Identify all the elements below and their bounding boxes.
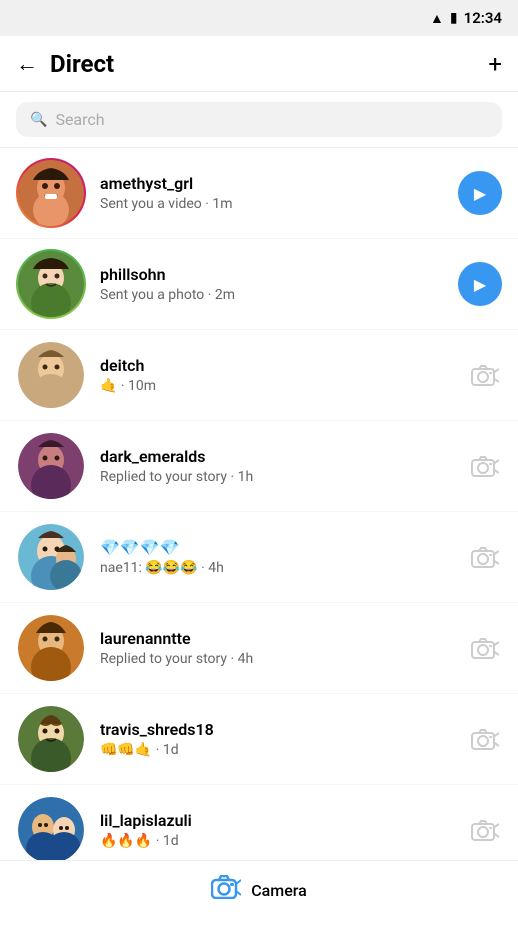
message-username: amethyst_grl [100,174,448,193]
camera-icon[interactable] [468,813,502,847]
camera-bottom-icon [211,875,241,906]
list-item[interactable]: dark_emeralds Replied to your story · 1h [0,421,518,512]
battery-icon: ▮ [450,10,458,26]
message-preview: nae11: 😂😂😂 · 4h [100,560,458,576]
avatar [16,431,86,501]
message-preview: Replied to your story · 1h [100,469,458,485]
message-username: phillsohn [100,265,448,284]
message-content: laurenanntte Replied to your story · 4h [100,629,458,667]
message-username: dark_emeralds [100,447,458,466]
avatar-circle [18,160,84,226]
avatar-circle [18,797,84,863]
avatar [16,522,86,592]
message-content: lil_lapislazuli 🔥🔥🔥 · 1d [100,811,458,849]
message-username: lil_lapislazuli [100,811,458,830]
avatar [16,704,86,774]
message-content: dark_emeralds Replied to your story · 1h [100,447,458,485]
message-preview: Sent you a photo · 2m [100,287,448,303]
status-bar: ▲ ▮ 12:34 [0,0,518,36]
avatar-circle [18,342,84,408]
list-item[interactable]: amethyst_grl Sent you a video · 1m ▶ [0,148,518,239]
message-preview: 🤙 · 10m [100,378,458,394]
camera-button[interactable] [468,358,502,392]
list-item[interactable]: travis_shreds18 👊👊🤙 · 1d [0,694,518,785]
avatar [16,340,86,410]
message-username: laurenanntte [100,629,458,648]
list-item[interactable]: phillsohn Sent you a photo · 2m ▶ [0,239,518,330]
list-item[interactable]: deitch 🤙 · 10m [0,330,518,421]
back-button[interactable]: ← [16,51,38,77]
camera-button[interactable] [468,813,502,847]
play-icon[interactable]: ▶ [458,262,502,306]
avatar [16,613,86,683]
page-title: Direct [50,50,488,78]
avatar [16,158,86,228]
list-item[interactable]: 💎💎💎💎 nae11: 😂😂😂 · 4h [0,512,518,603]
message-content: 💎💎💎💎 nae11: 😂😂😂 · 4h [100,538,458,576]
status-time: 12:34 [464,9,502,27]
camera-button[interactable] [468,722,502,756]
camera-icon[interactable] [468,540,502,574]
play-button[interactable]: ▶ [458,262,502,306]
camera-bottom-label[interactable]: Camera [251,881,307,900]
bottom-bar[interactable]: Camera [0,860,518,920]
message-preview: Replied to your story · 4h [100,651,458,667]
play-button[interactable]: ▶ [458,171,502,215]
message-preview: 👊👊🤙 · 1d [100,742,458,758]
search-input-wrap[interactable]: 🔍 Search [16,102,502,137]
message-preview: 🔥🔥🔥 · 1d [100,833,458,849]
search-bar: 🔍 Search [0,92,518,148]
message-preview: Sent you a video · 1m [100,196,448,212]
message-content: phillsohn Sent you a photo · 2m [100,265,448,303]
avatar-circle [18,251,84,317]
camera-icon[interactable] [468,722,502,756]
message-username: deitch [100,356,458,375]
message-content: deitch 🤙 · 10m [100,356,458,394]
search-input[interactable]: Search [55,110,104,129]
header: ← Direct + [0,36,518,92]
signal-icon: ▲ [430,10,444,27]
message-content: amethyst_grl Sent you a video · 1m [100,174,448,212]
avatar-circle [18,615,84,681]
message-username: travis_shreds18 [100,720,458,739]
list-item[interactable]: laurenanntte Replied to your story · 4h [0,603,518,694]
avatar [16,249,86,319]
add-button[interactable]: + [488,50,502,78]
avatar-circle [18,524,84,590]
camera-button[interactable] [468,631,502,665]
message-list: amethyst_grl Sent you a video · 1m ▶ [0,148,518,876]
camera-icon[interactable] [468,631,502,665]
camera-button[interactable] [468,449,502,483]
avatar-circle [18,433,84,499]
play-icon[interactable]: ▶ [458,171,502,215]
camera-icon[interactable] [468,358,502,392]
avatar-circle [18,706,84,772]
camera-button[interactable] [468,540,502,574]
camera-icon[interactable] [468,449,502,483]
search-icon: 🔍 [30,112,47,128]
message-username: 💎💎💎💎 [100,538,458,557]
status-icons: ▲ ▮ 12:34 [430,9,502,27]
avatar [16,795,86,865]
message-content: travis_shreds18 👊👊🤙 · 1d [100,720,458,758]
